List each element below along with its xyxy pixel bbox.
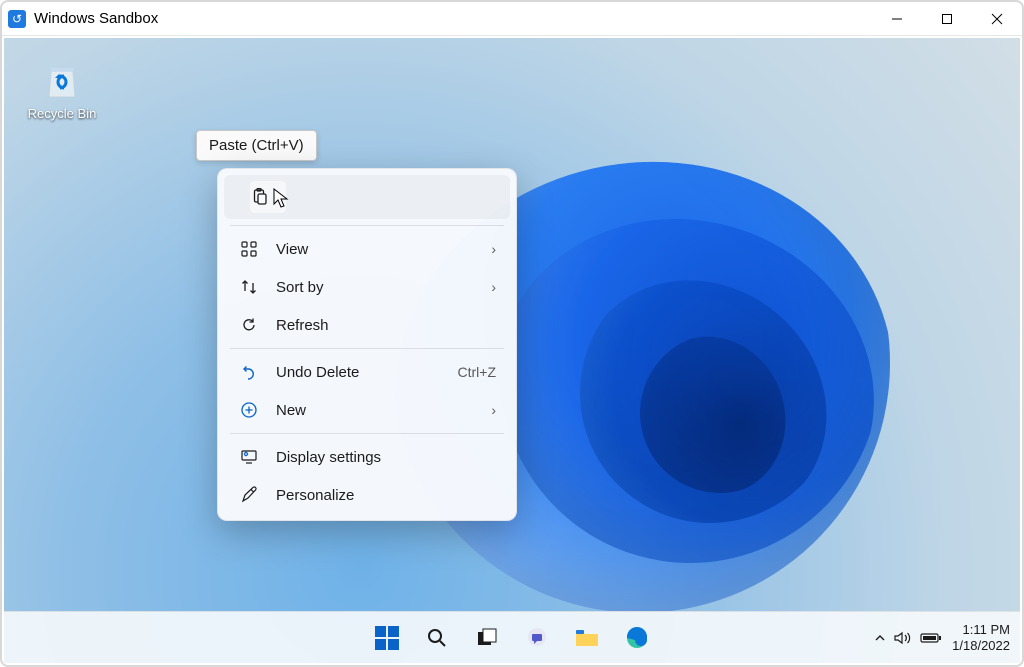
taskbar-date: 1/18/2022	[952, 638, 1010, 654]
task-view-button[interactable]	[465, 618, 509, 658]
menu-undo-label: Undo Delete	[276, 364, 458, 381]
chevron-right-icon: ›	[491, 279, 496, 295]
taskbar-center	[365, 618, 659, 658]
plus-icon	[238, 399, 260, 421]
paste-icon	[250, 186, 270, 208]
chevron-right-icon: ›	[491, 402, 496, 418]
menu-display-settings[interactable]: Display settings	[224, 438, 510, 476]
personalize-icon	[238, 484, 260, 506]
desktop[interactable]: Recycle Bin Paste (Ctrl+V)	[4, 38, 1020, 663]
task-view-icon	[475, 626, 499, 650]
paste-tooltip: Paste (Ctrl+V)	[196, 130, 317, 161]
chat-icon	[525, 626, 549, 650]
menu-sort-label: Sort by	[276, 279, 491, 296]
menu-new[interactable]: New ›	[224, 391, 510, 429]
menu-sort-by[interactable]: Sort by ›	[224, 268, 510, 306]
search-icon	[426, 627, 448, 649]
menu-view-label: View	[276, 241, 491, 258]
volume-icon	[894, 631, 912, 645]
trash-icon	[40, 58, 84, 102]
taskbar-clock[interactable]: 1:11 PM 1/18/2022	[952, 622, 1010, 653]
menu-display-label: Display settings	[276, 449, 496, 466]
battery-icon	[920, 632, 942, 644]
sort-icon	[238, 276, 260, 298]
menu-personalize[interactable]: Personalize	[224, 476, 510, 514]
chevron-right-icon: ›	[491, 241, 496, 257]
sandbox-icon	[8, 10, 26, 28]
edge-icon	[625, 626, 649, 650]
file-explorer-button[interactable]	[565, 618, 609, 658]
desktop-context-menu: View › Sort by › Re	[217, 168, 517, 521]
sandbox-window: Windows Sandbox	[0, 0, 1024, 667]
menu-personalize-label: Personalize	[276, 487, 496, 504]
menu-undo-delete[interactable]: Undo Delete Ctrl+Z	[224, 353, 510, 391]
window-title: Windows Sandbox	[34, 10, 158, 27]
menu-refresh[interactable]: Refresh	[224, 306, 510, 344]
undo-icon	[238, 361, 260, 383]
recycle-bin-label: Recycle Bin	[24, 106, 100, 121]
menu-view[interactable]: View ›	[224, 230, 510, 268]
close-button[interactable]	[972, 2, 1022, 36]
menu-refresh-label: Refresh	[276, 317, 496, 334]
chat-button[interactable]	[515, 618, 559, 658]
titlebar: Windows Sandbox	[2, 2, 1022, 36]
context-menu-quick-actions	[224, 175, 510, 219]
menu-new-label: New	[276, 402, 491, 419]
minimize-button[interactable]	[872, 2, 922, 36]
start-icon	[375, 626, 399, 650]
taskbar: 1:11 PM 1/18/2022	[4, 611, 1020, 663]
search-button[interactable]	[415, 618, 459, 658]
edge-button[interactable]	[615, 618, 659, 658]
paste-button[interactable]	[250, 181, 286, 213]
refresh-icon	[238, 314, 260, 336]
taskbar-time: 1:11 PM	[952, 622, 1010, 638]
system-tray[interactable]	[874, 631, 942, 645]
start-button[interactable]	[365, 618, 409, 658]
menu-undo-shortcut: Ctrl+Z	[458, 364, 497, 380]
folder-icon	[574, 627, 600, 649]
window-controls	[872, 2, 1022, 36]
display-settings-icon	[238, 446, 260, 468]
chevron-up-icon	[874, 632, 886, 644]
taskbar-right: 1:11 PM 1/18/2022	[874, 612, 1010, 663]
recycle-bin-icon[interactable]: Recycle Bin	[24, 58, 100, 121]
maximize-button[interactable]	[922, 2, 972, 36]
view-icon	[238, 238, 260, 260]
